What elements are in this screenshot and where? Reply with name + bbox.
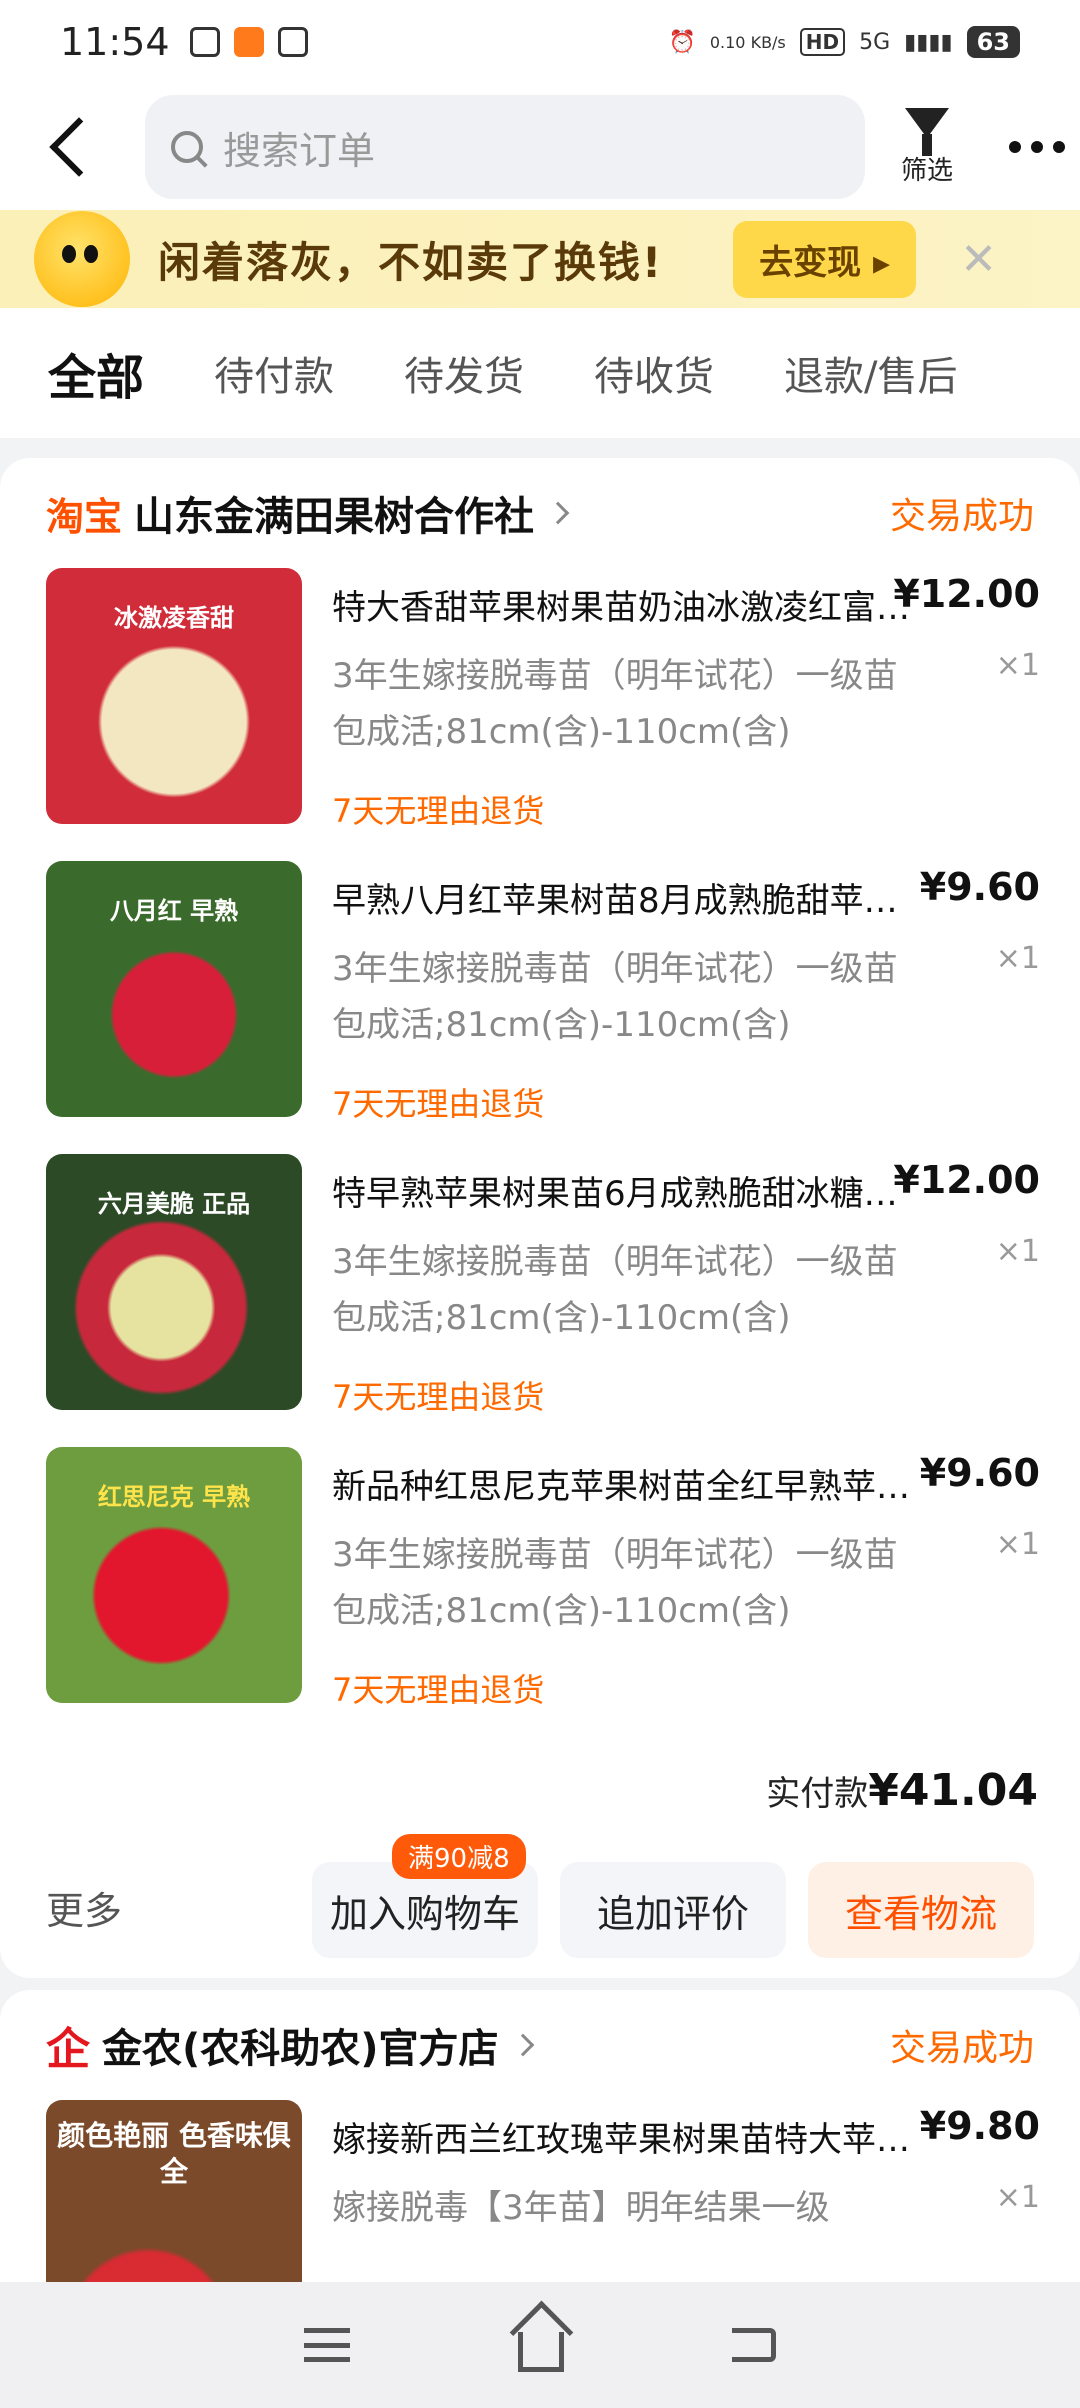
- shop-row[interactable]: 企 金农(农科助农)官方店 交易成功: [0, 1990, 1080, 2100]
- order-card[interactable]: 淘宝 山东金满田果树合作社 交易成功 冰激凌香甜 特大香甜苹果树果苗奶油冰激凌红…: [0, 458, 1080, 1978]
- refund-policy: 7天无理由退货: [332, 792, 545, 830]
- order-item[interactable]: 红思尼克 早熟 新品种红思尼克苹果树苗全红早熟苹果苗 3年生嫁接脱毒苗（明年试花…: [0, 1447, 1080, 1740]
- product-sku: 3年生嫁接脱毒苗（明年试花）一级苗 包成活;81cm(含)-110cm(含): [332, 949, 898, 1045]
- total-row: 实付款 ¥41.04: [0, 1740, 1080, 1840]
- header: 搜索订单 筛选: [0, 84, 1080, 210]
- battery-icon: 63: [966, 26, 1020, 58]
- status-time: 11:54: [60, 20, 170, 64]
- refund-policy: 7天无理由退货: [332, 1085, 545, 1123]
- search-placeholder: 搜索订单: [223, 128, 376, 173]
- promo-banner[interactable]: 闲着落灰，不如卖了换钱! 去变现 ▸ ✕: [0, 210, 1080, 308]
- status-bar: 11:54 ⏰ 0.10 KB/s HD 5G ▮▮▮▮ 63: [0, 0, 1080, 84]
- alarm-icon: ⏰: [668, 29, 696, 55]
- product-sku: 3年生嫁接脱毒苗（明年试花）一级苗 包成活;81cm(含)-110cm(含): [332, 1535, 898, 1631]
- signal-label: 5G: [859, 29, 891, 55]
- app-notification-icon: [189, 27, 220, 57]
- filter-icon: [905, 107, 949, 156]
- product-thumbnail[interactable]: 冰激凌香甜: [46, 568, 302, 824]
- mascot-icon: [34, 211, 130, 307]
- product-title: 早熟八月红苹果树苗8月成熟脆甜苹果苗: [332, 881, 922, 921]
- product-qty: ×1: [995, 941, 1040, 976]
- menu-icon[interactable]: [304, 2328, 350, 2362]
- tab-all[interactable]: 全部: [48, 338, 144, 408]
- product-thumbnail[interactable]: 八月红 早熟: [46, 861, 302, 1117]
- tab-pending-payment[interactable]: 待付款: [214, 344, 334, 402]
- product-title: 新品种红思尼克苹果树苗全红早熟苹果苗: [332, 1467, 922, 1507]
- shop-name[interactable]: 金农(农科助农)官方店: [102, 2016, 499, 2074]
- product-title: 特大香甜苹果树果苗奶油冰激凌红富士苹果苗: [332, 588, 922, 628]
- refund-policy: 7天无理由退货: [332, 1671, 545, 1709]
- shop-row[interactable]: 淘宝 山东金满田果树合作社 交易成功: [0, 458, 1080, 568]
- thumbnail-caption: 颜色艳丽 色香味俱全: [57, 2119, 291, 2188]
- thumbnail-caption: 六月美脆 正品: [97, 1190, 251, 1218]
- product-sku: 3年生嫁接脱毒苗（明年试花）一级苗 包成活;81cm(含)-110cm(含): [332, 656, 898, 752]
- product-price: ¥9.60: [919, 1451, 1040, 1495]
- order-status: 交易成功: [889, 2028, 1034, 2069]
- product-qty: ×1: [995, 1234, 1040, 1269]
- product-sku: 3年生嫁接脱毒苗（明年试花）一级苗 包成活;81cm(含)-110cm(含): [332, 1242, 898, 1338]
- order-item[interactable]: 冰激凌香甜 特大香甜苹果树果苗奶油冰激凌红富士苹果苗 3年生嫁接脱毒苗（明年试花…: [0, 568, 1080, 861]
- more-link[interactable]: 更多: [46, 1880, 122, 1935]
- order-actions: 更多 加入购物车 满90减8 追加评价 查看物流: [0, 1834, 1080, 1990]
- shop-name[interactable]: 山东金满田果树合作社: [134, 484, 534, 542]
- order-tabs: 全部 待付款 待发货 待收货 退款/售后: [0, 308, 1080, 438]
- search-input[interactable]: 搜索订单: [145, 95, 865, 199]
- thumbnail-caption: 八月红 早熟: [109, 897, 239, 925]
- product-title: 嫁接新西兰红玫瑰苹果树果苗特大苹果苗: [332, 2120, 922, 2160]
- refund-policy: 7天无理由退货: [332, 1378, 545, 1416]
- order-item[interactable]: 八月红 早熟 早熟八月红苹果树苗8月成熟脆甜苹果苗 3年生嫁接脱毒苗（明年试花）…: [0, 861, 1080, 1154]
- order-status: 交易成功: [889, 496, 1034, 537]
- product-qty: ×1: [995, 648, 1040, 683]
- hd-badge: HD: [799, 28, 846, 56]
- more-options-icon[interactable]: [1009, 141, 1066, 153]
- product-price: ¥9.60: [919, 865, 1040, 909]
- back-icon[interactable]: [49, 117, 109, 177]
- search-icon: [171, 131, 203, 163]
- coupon-badge: 满90减8: [392, 1834, 526, 1879]
- product-sku: 嫁接脱毒【3年苗】明年结果一级: [332, 2188, 830, 2228]
- thumbnail-caption: 红思尼克 早熟: [97, 1483, 251, 1511]
- promo-sell-button[interactable]: 去变现 ▸: [733, 220, 917, 298]
- home-app-icon: [233, 27, 264, 57]
- order-item[interactable]: 六月美脆 正品 特早熟苹果树果苗6月成熟脆甜冰糖心苹果苗 3年生嫁接脱毒苗（明年…: [0, 1154, 1080, 1447]
- status-notification-icons: [189, 27, 308, 57]
- home-icon[interactable]: [518, 2332, 564, 2372]
- total-amount: ¥41.04: [868, 1764, 1038, 1816]
- tab-refund[interactable]: 退款/售后: [784, 344, 957, 402]
- chevron-right-icon: [511, 2033, 534, 2057]
- filter-button[interactable]: 筛选: [901, 107, 953, 187]
- net-speed: 0.10 KB/s: [709, 32, 786, 52]
- signal-icon: ▮▮▮▮: [904, 29, 953, 55]
- promo-text: 闲着落灰，不如卖了换钱!: [158, 237, 664, 287]
- product-thumbnail[interactable]: 六月美脆 正品: [46, 1154, 302, 1410]
- game-app-icon: [277, 27, 308, 57]
- product-qty: ×1: [995, 2180, 1040, 2215]
- back-nav-icon[interactable]: [732, 2328, 776, 2362]
- product-price: ¥9.80: [919, 2104, 1040, 2148]
- thumbnail-caption: 冰激凌香甜: [114, 604, 234, 632]
- tab-pending-receipt[interactable]: 待收货: [594, 344, 714, 402]
- product-qty: ×1: [995, 1527, 1040, 1562]
- taobao-logo: 淘宝: [46, 494, 123, 539]
- chevron-right-icon: [546, 501, 570, 525]
- enterprise-logo: 企: [46, 2024, 90, 2075]
- view-logistics-button[interactable]: 查看物流: [808, 1862, 1034, 1958]
- close-icon[interactable]: ✕: [960, 234, 997, 285]
- product-price: ¥12.00: [893, 1158, 1040, 1202]
- system-nav-bar: [0, 2282, 1080, 2408]
- tab-pending-shipment[interactable]: 待发货: [404, 344, 524, 402]
- total-label: 实付款: [766, 1773, 869, 1814]
- product-title: 特早熟苹果树果苗6月成熟脆甜冰糖心苹果苗: [332, 1174, 922, 1214]
- add-review-button[interactable]: 追加评价: [560, 1862, 786, 1958]
- product-price: ¥12.00: [893, 572, 1040, 616]
- product-thumbnail[interactable]: 红思尼克 早熟: [46, 1447, 302, 1703]
